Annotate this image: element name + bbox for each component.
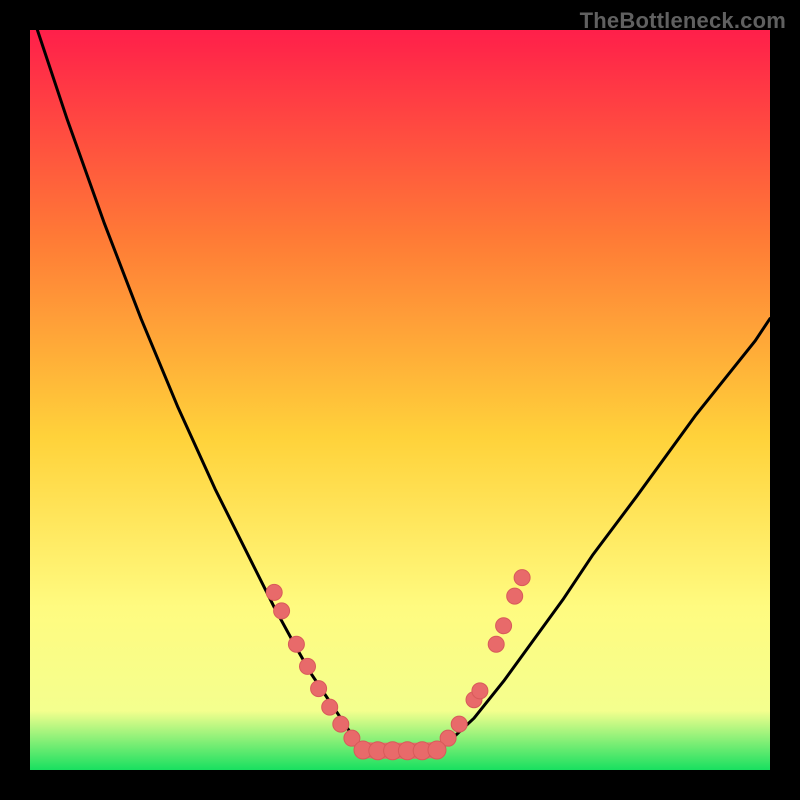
data-marker bbox=[333, 716, 349, 732]
data-marker bbox=[514, 570, 530, 586]
data-marker bbox=[496, 618, 512, 634]
data-marker bbox=[428, 741, 446, 759]
data-marker bbox=[451, 716, 467, 732]
data-marker bbox=[322, 699, 338, 715]
gradient-background bbox=[30, 30, 770, 770]
chart-svg bbox=[30, 30, 770, 770]
data-marker bbox=[507, 588, 523, 604]
data-marker bbox=[266, 584, 282, 600]
plot-area bbox=[30, 30, 770, 770]
chart-container: TheBottleneck.com bbox=[0, 0, 800, 800]
data-marker bbox=[488, 636, 504, 652]
data-marker bbox=[472, 683, 488, 699]
data-marker bbox=[274, 603, 290, 619]
data-marker bbox=[311, 681, 327, 697]
data-marker bbox=[300, 658, 316, 674]
data-marker bbox=[288, 636, 304, 652]
